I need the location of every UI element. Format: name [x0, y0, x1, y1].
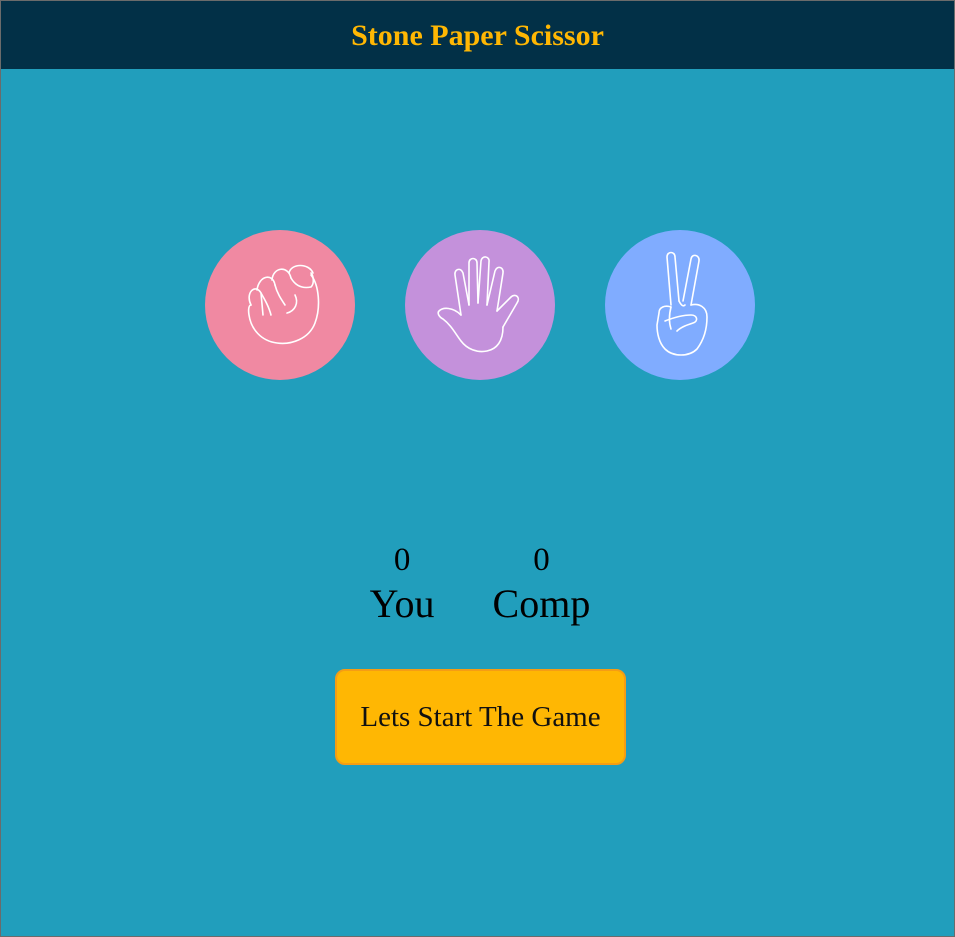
comp-score-label: Comp: [492, 581, 591, 626]
peace-hand-icon: [656, 251, 708, 356]
open-hand-icon: [437, 256, 520, 353]
choice-scissor[interactable]: [605, 230, 755, 380]
header-bar: Stone Paper Scissor: [1, 1, 954, 69]
game-page: Stone Paper Scissor 0 You 0 Comp Lets St…: [0, 0, 955, 937]
comp-score-value: 0: [533, 542, 550, 578]
user-score-label: You: [369, 581, 435, 626]
choice-stone[interactable]: [205, 230, 355, 380]
score-board: 0 You 0 Comp: [1, 541, 954, 629]
user-score: 0 You: [370, 541, 435, 629]
choices-container: [205, 230, 755, 380]
user-score-value: 0: [393, 542, 411, 578]
choice-paper[interactable]: [405, 230, 555, 380]
comp-score: 0 Comp: [493, 541, 591, 629]
fist-icon: [247, 264, 320, 345]
message-button[interactable]: Lets Start The Game: [335, 669, 626, 765]
page-title: Stone Paper Scissor: [351, 19, 604, 52]
